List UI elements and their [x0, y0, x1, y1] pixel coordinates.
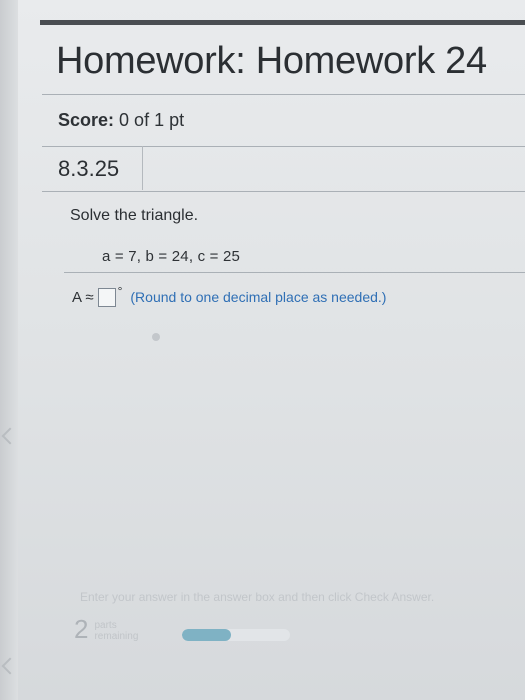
rounding-hint: (Round to one decimal place as needed.) — [130, 289, 387, 305]
page-title: Homework: Homework 24 — [56, 40, 487, 82]
chevron-left-icon[interactable] — [1, 657, 19, 675]
triangle-sides: a = 7, b = 24, c = 25 — [102, 248, 241, 265]
question-id: 8.3.25 — [58, 156, 120, 181]
mouse-cursor-icon — [152, 333, 160, 341]
progress-bar — [182, 629, 290, 641]
score-line: Score: 0 of 1 pt — [58, 110, 184, 131]
answer-instructions: Enter your answer in the answer box and … — [80, 590, 435, 604]
top-divider — [40, 20, 525, 25]
score-value: 0 of 1 pt — [119, 110, 185, 130]
parts-remaining: 2 parts remaining — [74, 616, 138, 642]
givens-divider — [64, 272, 525, 273]
answer-input[interactable] — [97, 287, 116, 307]
left-panel-edge — [0, 0, 19, 700]
remaining-label: remaining — [94, 631, 139, 642]
chevron-left-icon[interactable] — [1, 427, 19, 445]
question-divider — [42, 191, 525, 192]
question-prompt: Solve the triangle. — [70, 207, 199, 224]
degree-symbol: ° — [117, 284, 123, 298]
score-label: Score: — [58, 110, 115, 130]
parts-label: parts — [94, 620, 117, 631]
parts-text: parts remaining — [94, 620, 138, 642]
answer-label: A ≈ — [72, 288, 94, 306]
parts-count: 2 — [74, 614, 89, 644]
homework-screen: Homework: Homework 24 Score: 0 of 1 pt 8… — [0, 0, 525, 700]
answer-row: A ≈ ° (Round to one decimal place as nee… — [72, 284, 387, 308]
progress-fill — [182, 629, 231, 641]
title-divider — [42, 94, 525, 95]
